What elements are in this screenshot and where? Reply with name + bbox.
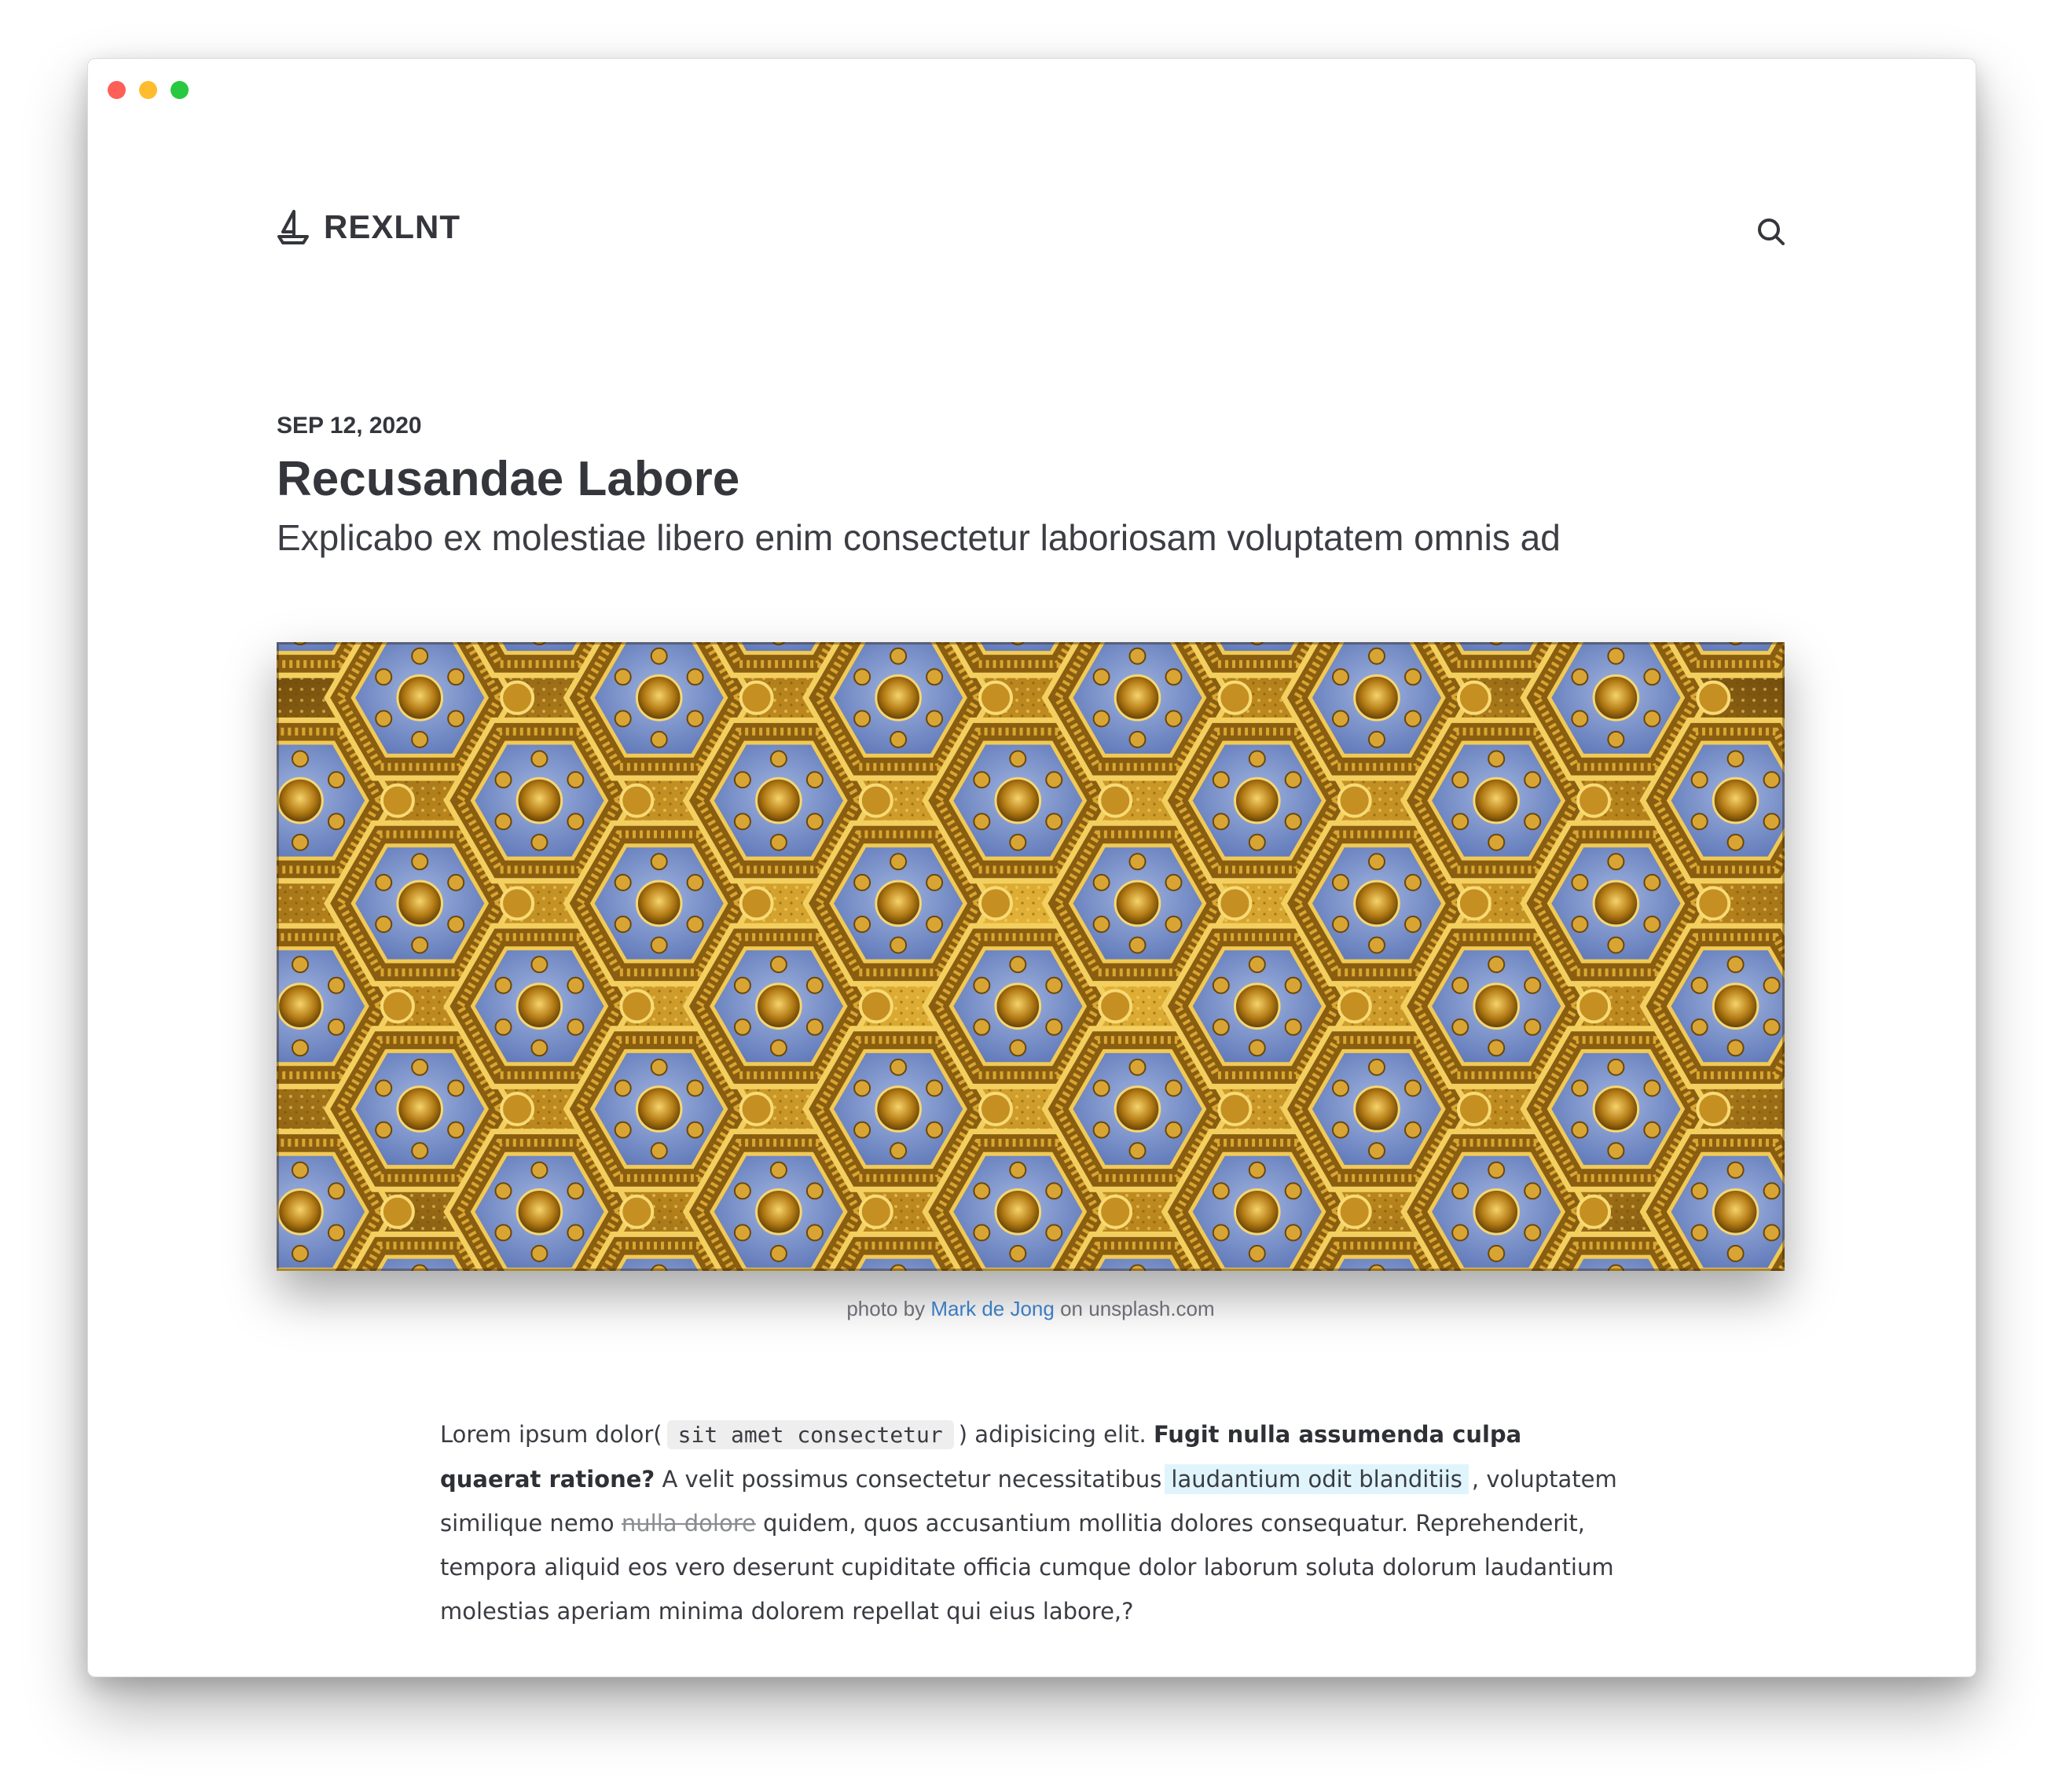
strikethrough-text: nulla dolore <box>621 1510 756 1537</box>
inline-code: sit amet consectetur <box>666 1420 954 1449</box>
browser-window: REXLNT SEP 12, 2020 Recusandae Labore Ex… <box>87 58 1976 1677</box>
site-logo-text: REXLNT <box>324 208 460 245</box>
post-date: SEP 12, 2020 <box>277 413 422 439</box>
post-header: SEP 12, 2020 Recusandae Labore Explicabo… <box>277 405 1787 564</box>
body-text-1: Lorem ipsum dolor( <box>440 1421 662 1448</box>
photographer-link[interactable]: Mark de Jong <box>930 1297 1055 1320</box>
body-paragraph: Lorem ipsum dolor(sit amet consectetur) … <box>440 1412 1627 1633</box>
body-text-5: quidem, quos accusantium mollitia dolore… <box>440 1510 1614 1625</box>
screenshot-stage: REXLNT SEP 12, 2020 Recusandae Labore Ex… <box>0 0 2062 1792</box>
search-icon[interactable] <box>1756 216 1787 248</box>
minimize-window-button[interactable] <box>139 81 157 99</box>
close-window-button[interactable] <box>108 81 126 99</box>
highlighted-text: laudantium odit blanditiis <box>1165 1464 1469 1494</box>
site-logo-link[interactable]: REXLNT <box>277 208 460 246</box>
sailboat-icon <box>277 210 309 244</box>
post-body: Lorem ipsum dolor(sit amet consectetur) … <box>440 1412 1627 1633</box>
body-text-3: A velit possimus consectetur necessitati… <box>662 1466 1162 1493</box>
caption-prefix: photo by <box>846 1297 926 1320</box>
image-caption: photo by Mark de Jong on unsplash.com <box>277 1297 1785 1321</box>
post-title: Recusandae Labore <box>277 452 740 506</box>
caption-suffix: on unsplash.com <box>1060 1297 1215 1320</box>
ornate-ceiling-image <box>277 642 1785 1271</box>
window-controls <box>108 81 189 99</box>
maximize-window-button[interactable] <box>171 81 189 99</box>
hero-image <box>277 642 1785 1271</box>
site-header: REXLNT <box>277 208 1787 287</box>
post-subtitle: Explicabo ex molestiae libero enim conse… <box>277 517 1561 558</box>
body-text-2: ) adipisicing elit. <box>958 1421 1147 1448</box>
